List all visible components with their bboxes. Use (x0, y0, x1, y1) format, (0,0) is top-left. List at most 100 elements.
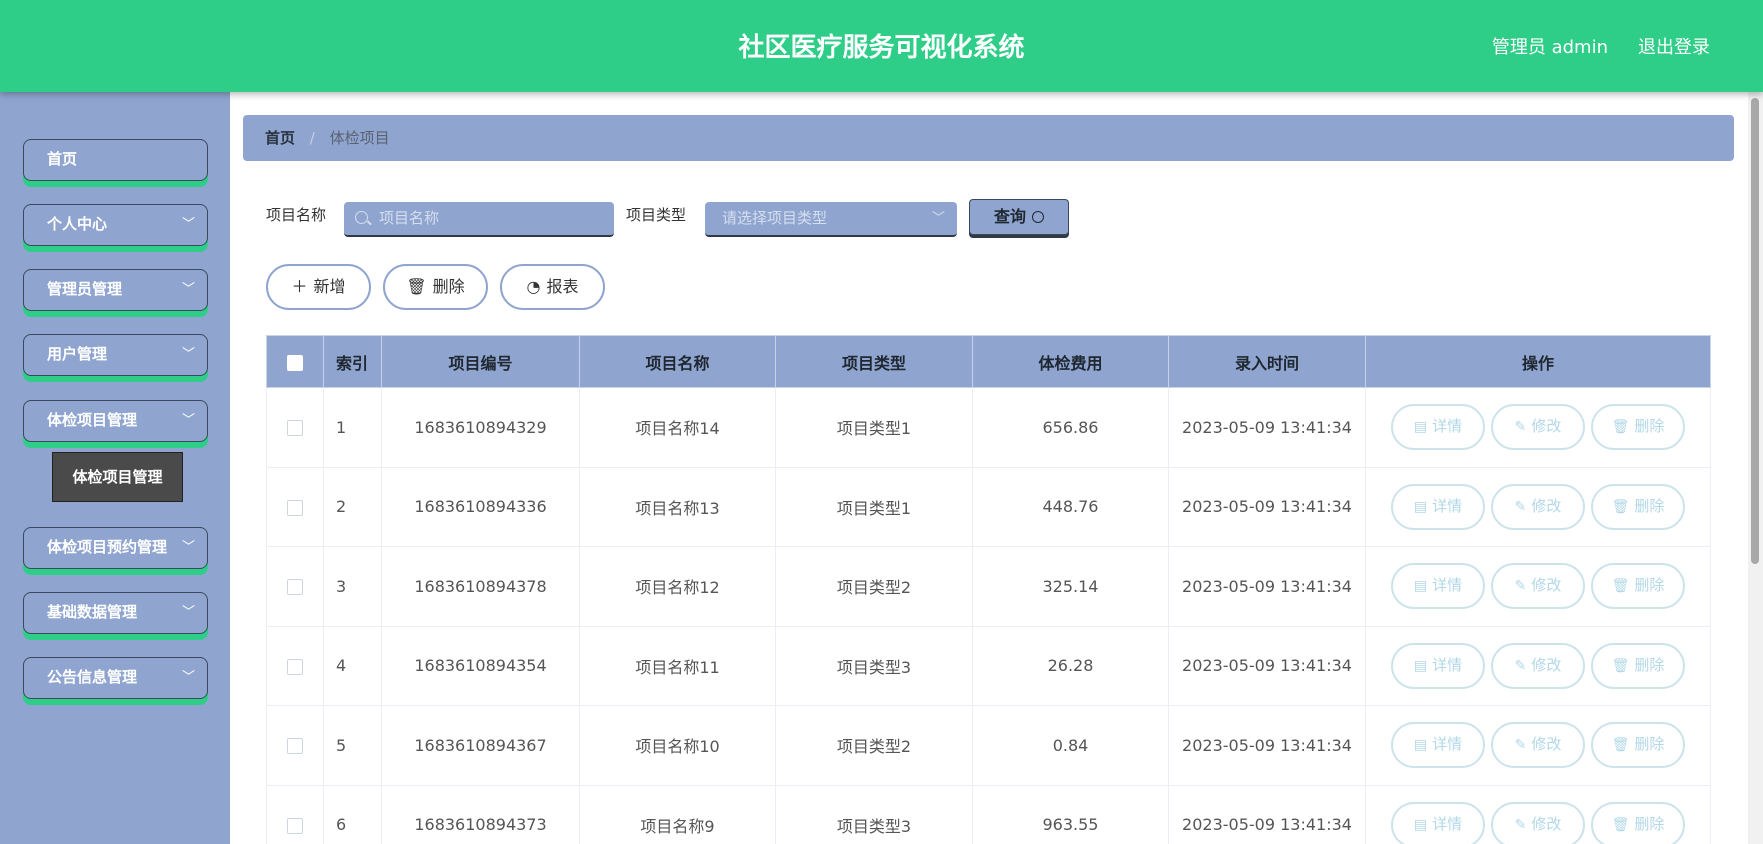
add-button-label: 新增 (313, 277, 346, 296)
table-row: 2 1683610894336 项目名称13 项目类型1 448.76 2023-05-0… (266, 466, 1711, 547)
detail-button[interactable]: ▤ 详情 (1391, 404, 1485, 451)
add-button[interactable]: ＋ 新增 (266, 264, 371, 310)
row-checkbox[interactable] (287, 579, 303, 596)
chevron-down-icon: ﹀ (931, 211, 945, 226)
sidebar-item-home[interactable]: 首页 (23, 139, 208, 181)
detail-button[interactable]: ▤ 详情 (1391, 642, 1485, 689)
trash-icon: 🗑 (1611, 816, 1630, 833)
cell-code: 1683610894354 (381, 625, 580, 706)
edit-button[interactable]: ✎ 修改 (1491, 404, 1585, 451)
row-checkbox[interactable] (287, 420, 303, 437)
row-checkbox[interactable] (287, 817, 303, 834)
row-select-cell (266, 546, 324, 627)
detail-button-label: 详情 (1432, 735, 1463, 754)
row-select-cell (266, 387, 324, 468)
delete-button[interactable]: 🗑 删除 (1591, 404, 1685, 451)
document-icon: ▤ (1413, 816, 1428, 833)
search-icon (355, 211, 368, 224)
cell-code: 1683610894329 (381, 387, 580, 468)
pencil-icon: ✎ (1514, 578, 1527, 595)
batch-delete-button[interactable]: 🗑 删除 (383, 264, 488, 310)
delete-button-label: 删除 (1634, 417, 1665, 436)
row-checkbox[interactable] (287, 499, 303, 516)
breadcrumb: 首页 / 体检项目 (243, 115, 1734, 161)
column-header-time: 录入时间 (1168, 335, 1366, 388)
select-all-cell (266, 335, 324, 388)
document-icon: ▤ (1413, 498, 1428, 515)
edit-button-label: 修改 (1531, 496, 1562, 515)
sidebar-item-checkup-appointment-management[interactable]: 体检项目预约管理 ﹀ (23, 527, 208, 569)
search-input-placeholder: 项目名称 (379, 209, 440, 227)
project-name-label: 项目名称 (266, 206, 327, 224)
cell-index: 4 (323, 625, 382, 706)
project-name-search-input[interactable]: 项目名称 (344, 202, 614, 237)
pie-chart-icon: ◔ (526, 277, 541, 296)
cell-actions: ▤ 详情 ✎ 修改 🗑 删除 (1365, 466, 1711, 547)
select-all-checkbox[interactable] (287, 354, 303, 371)
chevron-down-icon: ﹀ (181, 540, 195, 555)
cell-type: 项目类型1 (775, 466, 973, 547)
cell-fee: 325.14 (972, 546, 1169, 627)
admin-user-label: 管理员 admin (1491, 37, 1608, 58)
sidebar-item-personal-center[interactable]: 个人中心 ﹀ (23, 204, 208, 246)
scrollbar-thumb[interactable] (1751, 98, 1759, 564)
delete-button[interactable]: 🗑 删除 (1591, 483, 1685, 530)
cell-type: 项目类型2 (775, 546, 973, 627)
column-header-name: 项目名称 (579, 335, 776, 388)
report-button[interactable]: ◔ 报表 (500, 264, 605, 310)
delete-button-label: 删除 (1634, 735, 1665, 754)
logout-link[interactable]: 退出登录 (1638, 33, 1710, 59)
detail-button[interactable]: ▤ 详情 (1391, 563, 1485, 610)
sidebar-item-label: 公告信息管理 (47, 668, 138, 686)
plus-icon: ＋ (291, 277, 308, 296)
sidebar-item-admin-management[interactable]: 管理员管理 ﹀ (23, 269, 208, 311)
search-icon (1032, 211, 1044, 223)
detail-button[interactable]: ▤ 详情 (1391, 801, 1485, 844)
document-icon: ▤ (1413, 737, 1428, 754)
page-scrollbar[interactable] (1748, 92, 1763, 844)
delete-button[interactable]: 🗑 删除 (1591, 801, 1685, 844)
detail-button-label: 详情 (1432, 496, 1463, 515)
project-type-select[interactable]: 请选择项目类型 ﹀ (705, 202, 957, 237)
edit-button[interactable]: ✎ 修改 (1491, 722, 1585, 769)
row-checkbox[interactable] (287, 738, 303, 755)
delete-button[interactable]: 🗑 删除 (1591, 642, 1685, 689)
report-button-label: 报表 (546, 277, 579, 296)
sidebar-item-user-management[interactable]: 用户管理 ﹀ (23, 334, 208, 376)
cell-fee: 26.28 (972, 625, 1169, 706)
sidebar-subitem-checkup-project-management[interactable]: 体检项目管理 (52, 452, 183, 502)
edit-button[interactable]: ✎ 修改 (1491, 483, 1585, 530)
sidebar-item-checkup-project-management[interactable]: 体检项目管理 ﹀ (23, 400, 208, 442)
cell-fee: 0.84 (972, 705, 1169, 786)
row-checkbox[interactable] (287, 658, 303, 675)
cell-code: 1683610894373 (381, 784, 580, 844)
delete-button[interactable]: 🗑 删除 (1591, 563, 1685, 610)
cell-time: 2023-05-09 13:41:34 (1168, 625, 1366, 706)
detail-button[interactable]: ▤ 详情 (1391, 483, 1485, 530)
edit-button[interactable]: ✎ 修改 (1491, 563, 1585, 610)
cell-actions: ▤ 详情 ✎ 修改 🗑 删除 (1365, 546, 1711, 627)
detail-button-label: 详情 (1432, 576, 1463, 595)
cell-fee: 448.76 (972, 466, 1169, 547)
detail-button[interactable]: ▤ 详情 (1391, 722, 1485, 769)
query-button[interactable]: 查询 (969, 199, 1069, 235)
table-row: 3 1683610894378 项目名称12 项目类型2 325.14 2023-05-0… (266, 546, 1711, 627)
edit-button[interactable]: ✎ 修改 (1491, 642, 1585, 689)
cell-name: 项目名称11 (579, 625, 776, 706)
breadcrumb-home[interactable]: 首页 (265, 129, 295, 147)
sidebar-item-label: 体检项目预约管理 (47, 538, 168, 556)
sidebar-item-label: 用户管理 (47, 345, 108, 363)
cell-index: 6 (323, 784, 382, 844)
cell-time: 2023-05-09 13:41:34 (1168, 546, 1366, 627)
chevron-down-icon: ﹀ (181, 605, 195, 620)
cell-time: 2023-05-09 13:41:34 (1168, 784, 1366, 844)
cell-actions: ▤ 详情 ✎ 修改 🗑 删除 (1365, 625, 1711, 706)
edit-button[interactable]: ✎ 修改 (1491, 801, 1585, 844)
delete-button[interactable]: 🗑 删除 (1591, 722, 1685, 769)
checkup-project-table: 索引 项目编号 项目名称 项目类型 体检费用 录入时间 操作 1 16836108… (266, 335, 1711, 844)
row-select-cell (266, 466, 324, 547)
sidebar-item-notice-management[interactable]: 公告信息管理 ﹀ (23, 657, 208, 699)
trash-icon: 🗑 (1611, 419, 1630, 436)
document-icon: ▤ (1413, 657, 1428, 674)
sidebar-item-basic-data-management[interactable]: 基础数据管理 ﹀ (23, 592, 208, 634)
